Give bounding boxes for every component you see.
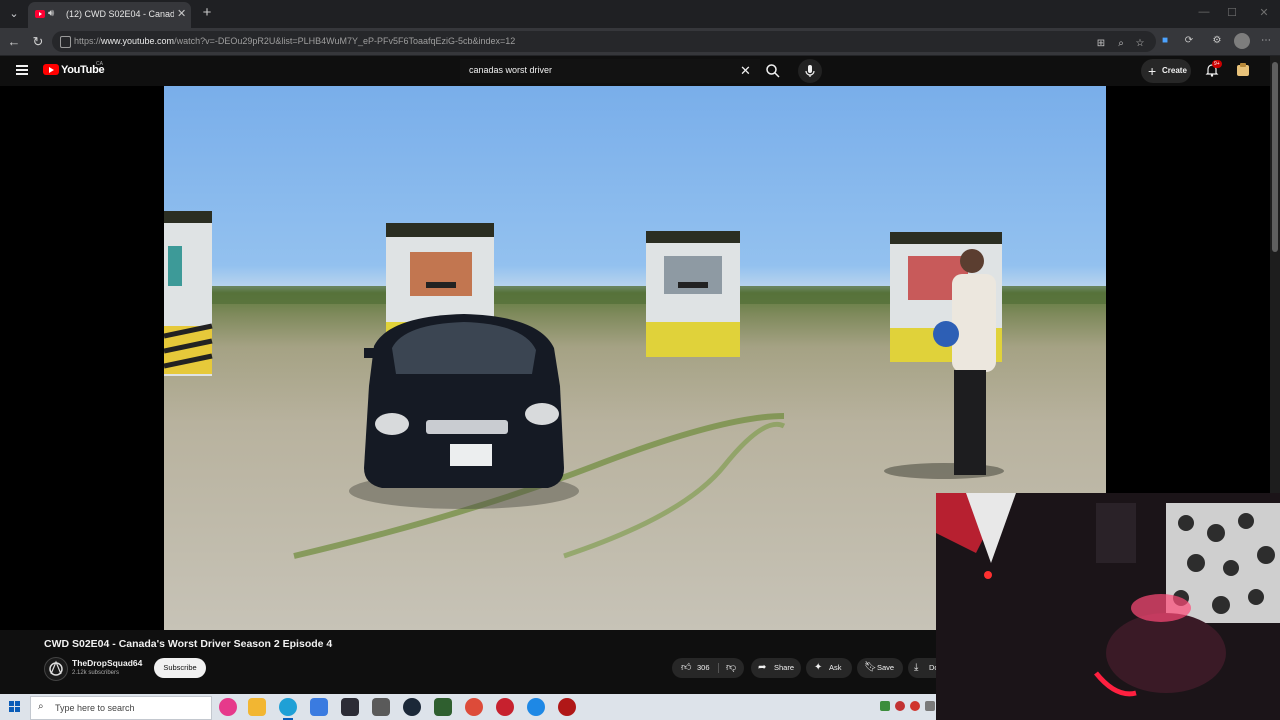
site-info-icon[interactable] [60,36,71,48]
country-code: CA [96,61,103,67]
share-icon: ➦ [758,662,767,673]
sparkle-icon: ✦ [814,662,823,673]
share-button[interactable]: ➦ Share [751,658,801,678]
microphone-icon [805,65,815,77]
maximize-icon[interactable]: ☐ [1224,6,1240,19]
thumbs-up-icon: 👍︎ [681,662,692,673]
taskbar-app-cyan-icon[interactable] [527,698,545,716]
youtube-logo-icon[interactable] [43,64,59,75]
audio-playing-icon[interactable]: 🔊︎ [48,8,60,20]
youtube-header: YouTube CA canadas worst driver ✕ + Crea… [0,56,1270,86]
windows-taskbar: ⌕ Type here to search [0,694,936,720]
webcam-feed [936,493,1280,720]
taskbar-search-placeholder: Type here to search [55,703,135,713]
save-label: Save [877,663,895,672]
like-button[interactable]: 👍︎ [681,658,691,678]
profile-avatar[interactable] [1234,33,1250,49]
channel-name[interactable]: TheDropSquad64 [72,658,142,668]
search-icon [766,64,780,78]
minecraft-icon[interactable] [434,698,452,716]
search-icon: ⌕ [38,701,44,712]
account-avatar[interactable] [1234,61,1252,79]
notification-badge: 9+ [1212,60,1222,68]
chrome-icon[interactable] [465,698,483,716]
minimize-icon[interactable]: — [1196,6,1212,18]
steam-icon[interactable] [403,698,421,716]
browser-extensions-icon[interactable]: ⚙ [1210,34,1224,48]
reload-icon[interactable]: ↻ [30,34,46,50]
save-button[interactable]: 🔖︎ Save [857,658,903,678]
settings-gear-icon[interactable] [372,698,390,716]
start-button[interactable] [9,701,21,713]
channel-avatar[interactable] [44,657,68,681]
download-icon: ⤓ [914,662,919,673]
booth-1 [164,211,213,376]
tray-red-icon[interactable] [895,701,905,711]
hamburger-menu-icon[interactable] [16,65,28,75]
youtube-favicon-icon [35,10,45,18]
tab-youtube[interactable]: 🔊︎ (12) CWD S02E04 - Canada's W ✕ [28,2,191,28]
back-arrow-icon[interactable]: ← [6,34,22,50]
video-title: CWD S02E04 - Canada's Worst Driver Seaso… [44,638,333,650]
voice-search-button[interactable] [798,59,822,83]
share-label: Share [774,663,795,672]
app-available-icon[interactable]: ⊞ [1094,37,1108,51]
taskbar-app-crimson-icon[interactable] [558,698,576,716]
browser-toolbar: ← ↻ https://www.youtube.com/watch?v=-DEO… [0,28,1280,56]
favorite-star-icon[interactable]: ☆ [1133,37,1147,51]
url-text: https://www.youtube.com/watch?v=-DEOu29p… [74,36,516,46]
taskbar-app-dark-icon[interactable] [341,698,359,716]
taskbar-search-input[interactable]: ⌕ Type here to search [30,696,212,720]
webcam-overlay [936,493,1280,720]
booth-3 [646,231,740,357]
thumbs-down-icon: 👎︎ [726,662,737,673]
close-window-icon[interactable]: ✕ [1256,6,1272,19]
like-dislike-group: 👍︎ 306 👎︎ [672,658,744,678]
zoom-icon[interactable]: ⌕ [1114,37,1128,51]
avatar-icon [1237,63,1249,76]
search-button[interactable] [762,60,784,82]
edge-browser-icon[interactable] [279,698,297,720]
like-divider [718,663,719,673]
dislike-button[interactable]: 👎︎ [726,658,736,678]
address-bar[interactable]: https://www.youtube.com/watch?v=-DEOu29p… [52,31,1156,52]
search-input[interactable]: canadas worst driver ✕ [460,59,760,83]
taskbar-app-blue-icon[interactable] [310,698,328,716]
ask-button[interactable]: ✦ Ask [806,658,852,678]
create-label: Create [1162,66,1187,75]
taskbar-app-red-icon[interactable] [496,698,514,716]
tab-title: (12) CWD S02E04 - Canada's W [66,9,174,19]
extension-icon[interactable]: ■ [1158,34,1172,48]
refresh-extension-icon[interactable]: ⟳ [1182,34,1196,48]
browser-tab-strip: ⌄ 🔊︎ (12) CWD S02E04 - Canada's W ✕ + — … [0,0,1280,28]
tray-record-icon[interactable] [910,701,920,711]
search-query[interactable]: canadas worst driver [469,65,552,75]
create-button[interactable]: + Create [1141,59,1191,83]
subscribe-button[interactable]: Subscribe [154,658,206,678]
copilot-icon[interactable] [219,698,237,716]
bookmark-icon: 🔖︎ [864,662,877,673]
more-menu-icon[interactable]: ⋯ [1259,34,1273,48]
channel-logo-icon [49,660,63,676]
ask-label: Ask [829,663,842,672]
plus-icon: + [1148,63,1157,79]
tray-misc-icon[interactable] [925,701,935,711]
new-tab-button[interactable]: + [198,4,216,22]
tray-nvidia-icon[interactable] [880,701,890,711]
subscriber-count: 2.12k subscribers [72,670,120,676]
clear-search-icon[interactable]: ✕ [740,63,751,79]
like-count: 306 [697,663,710,672]
close-tab-icon[interactable]: ✕ [177,8,186,20]
tab-actions-chevron-icon[interactable]: ⌄ [4,4,24,24]
black-sedan [349,314,579,509]
scrollbar-thumb[interactable] [1272,62,1278,252]
file-explorer-icon[interactable] [248,698,266,716]
